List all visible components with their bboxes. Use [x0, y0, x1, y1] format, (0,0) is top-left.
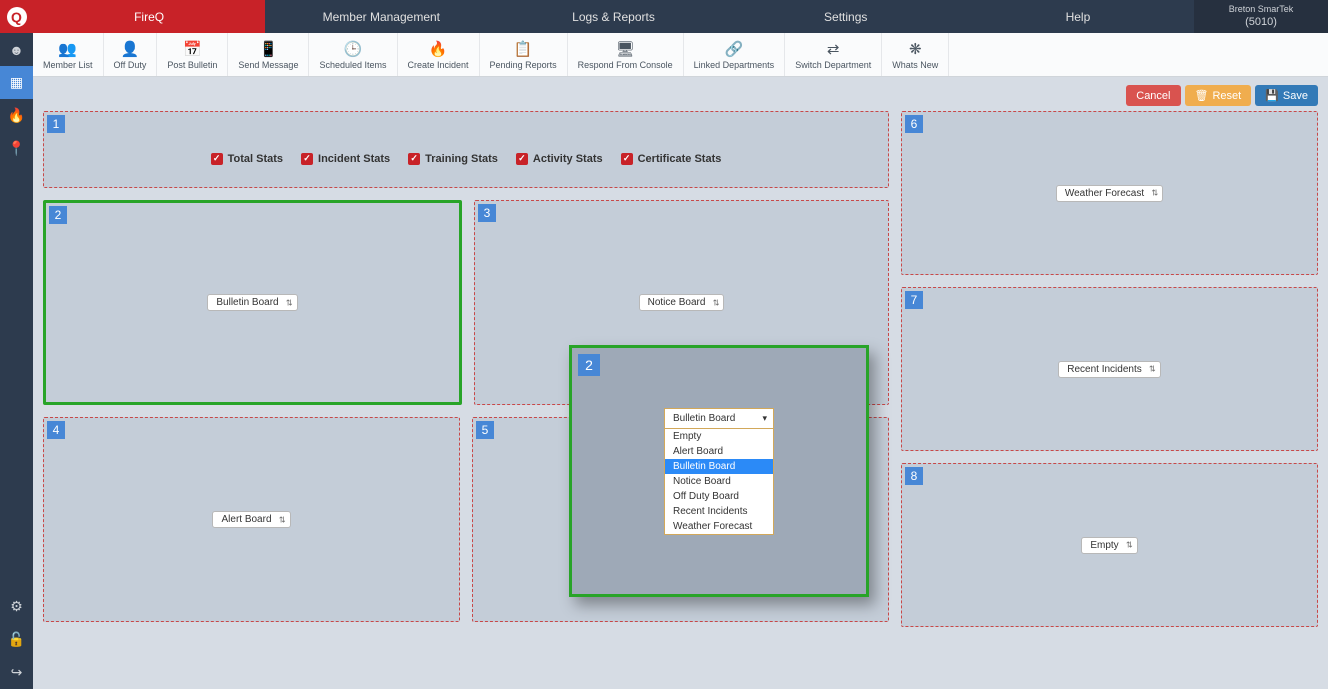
panel-7-select[interactable]: Recent Incidents	[1058, 361, 1161, 378]
logo-cell[interactable]: Q	[0, 0, 33, 33]
reset-button[interactable]: 🗑Reset	[1185, 85, 1252, 106]
tool-whats-new[interactable]: ❋Whats New	[882, 33, 949, 76]
side-gear-icon[interactable]: ⚙	[0, 590, 33, 623]
panel-6[interactable]: 6 Weather Forecast	[901, 111, 1318, 275]
tool-send-message[interactable]: 📱Send Message	[228, 33, 309, 76]
dropdown-selected[interactable]: Bulletin Board	[665, 409, 773, 429]
tool-switch-department[interactable]: ⇄Switch Department	[785, 33, 882, 76]
check-training-stats[interactable]: ✓Training Stats	[408, 153, 498, 165]
checkbox-icon: ✓	[211, 153, 223, 165]
side-logout-icon[interactable]: ↪	[0, 656, 33, 689]
checkbox-icon: ✓	[408, 153, 420, 165]
tool-create-incident[interactable]: 🔥Create Incident	[398, 33, 480, 76]
trash-icon: 🗑	[1195, 89, 1209, 102]
panel-2-detail-overlay: 2 Bulletin Board Empty Alert Board Bulle…	[569, 345, 869, 597]
check-activity-stats[interactable]: ✓Activity Stats	[516, 153, 603, 165]
tool-post-bulletin[interactable]: 📅Post Bulletin	[157, 33, 228, 76]
clipboard-icon: 📋	[514, 40, 533, 58]
panel-number: 6	[905, 115, 923, 133]
dropdown-option-alert-board[interactable]: Alert Board	[665, 444, 773, 459]
star-icon: ❋	[909, 40, 922, 58]
check-total-stats[interactable]: ✓Total Stats	[211, 153, 283, 165]
content-area: Cancel 🗑Reset 💾Save 1 ✓Total Stats ✓Inci…	[33, 77, 1328, 689]
panel-number: 3	[478, 204, 496, 222]
tool-off-duty[interactable]: 👤Off Duty	[104, 33, 158, 76]
side-face-icon[interactable]: ☻	[0, 33, 33, 66]
tab-member-management[interactable]: Member Management	[265, 0, 497, 33]
check-incident-stats[interactable]: ✓Incident Stats	[301, 153, 390, 165]
dropdown-option-off-duty-board[interactable]: Off Duty Board	[665, 489, 773, 504]
swap-icon: ⇄	[827, 40, 840, 58]
panel-3-select[interactable]: Notice Board	[639, 294, 725, 311]
panel-number: 2	[578, 354, 600, 376]
panel-6-select[interactable]: Weather Forecast	[1056, 185, 1163, 202]
widget-type-dropdown[interactable]: Bulletin Board Empty Alert Board Bulleti…	[664, 408, 774, 535]
checkbox-icon: ✓	[621, 153, 633, 165]
panel-4-select[interactable]: Alert Board	[212, 511, 290, 528]
user-id: (5010)	[1245, 15, 1277, 29]
panel-number: 2	[49, 206, 67, 224]
tool-member-list[interactable]: 👥Member List	[33, 33, 104, 76]
side-unlock-icon[interactable]: 🔓	[0, 623, 33, 656]
tab-settings[interactable]: Settings	[730, 0, 962, 33]
panel-number: 7	[905, 291, 923, 309]
tool-linked-departments[interactable]: 🔗Linked Departments	[684, 33, 786, 76]
panel-number: 8	[905, 467, 923, 485]
toolbar: 👥Member List 👤Off Duty 📅Post Bulletin 📱S…	[33, 33, 1328, 77]
panel-8[interactable]: 8 Empty	[901, 463, 1318, 627]
person-icon: 👤	[121, 40, 140, 58]
monitor-icon: 🖥	[616, 40, 635, 58]
tool-pending-reports[interactable]: 📋Pending Reports	[480, 33, 568, 76]
user-name: Breton SmarTek	[1229, 4, 1294, 16]
panel-7[interactable]: 7 Recent Incidents	[901, 287, 1318, 451]
dropdown-option-recent-incidents[interactable]: Recent Incidents	[665, 504, 773, 519]
logo-icon: Q	[7, 7, 27, 27]
tab-logs-reports[interactable]: Logs & Reports	[497, 0, 729, 33]
dropdown-option-bulletin-board[interactable]: Bulletin Board	[665, 459, 773, 474]
checkbox-icon: ✓	[301, 153, 313, 165]
dropdown-option-notice-board[interactable]: Notice Board	[665, 474, 773, 489]
fire-icon: 🔥	[429, 40, 448, 58]
phone-icon: 📱	[259, 40, 278, 58]
check-certificate-stats[interactable]: ✓Certificate Stats	[621, 153, 722, 165]
user-badge[interactable]: Breton SmarTek (5010)	[1194, 0, 1328, 33]
panel-8-select[interactable]: Empty	[1081, 537, 1137, 554]
tab-help[interactable]: Help	[962, 0, 1194, 33]
save-button[interactable]: 💾Save	[1255, 85, 1318, 106]
side-map-icon[interactable]: 📍	[0, 132, 33, 165]
sidebar: ☻ ▦ 🔥 📍 ⚙ 🔓 ↪	[0, 33, 33, 689]
panel-1[interactable]: 1 ✓Total Stats ✓Incident Stats ✓Training…	[43, 111, 889, 188]
side-fire-icon[interactable]: 🔥	[0, 99, 33, 132]
dropdown-option-empty[interactable]: Empty	[665, 429, 773, 444]
panel-2[interactable]: 2 Bulletin Board	[43, 200, 462, 405]
panel-2-select[interactable]: Bulletin Board	[207, 294, 297, 311]
tool-scheduled-items[interactable]: 🕒Scheduled Items	[309, 33, 397, 76]
panel-number: 1	[47, 115, 65, 133]
calendar-icon: 📅	[183, 40, 202, 58]
panel-4[interactable]: 4 Alert Board	[43, 417, 460, 622]
panel-number: 4	[47, 421, 65, 439]
checkbox-icon: ✓	[516, 153, 528, 165]
dropdown-option-weather-forecast[interactable]: Weather Forecast	[665, 519, 773, 534]
cancel-button[interactable]: Cancel	[1126, 85, 1180, 106]
save-icon: 💾	[1265, 89, 1279, 102]
link-icon: 🔗	[725, 40, 744, 58]
dropdown-list: Empty Alert Board Bulletin Board Notice …	[665, 429, 773, 534]
tab-fireq[interactable]: FireQ	[33, 0, 265, 33]
people-icon: 👥	[58, 40, 77, 58]
tool-respond-console[interactable]: 🖥Respond From Console	[568, 33, 684, 76]
side-grid-icon[interactable]: ▦	[0, 66, 33, 99]
panel-number: 5	[476, 421, 494, 439]
clock-icon: 🕒	[344, 40, 363, 58]
